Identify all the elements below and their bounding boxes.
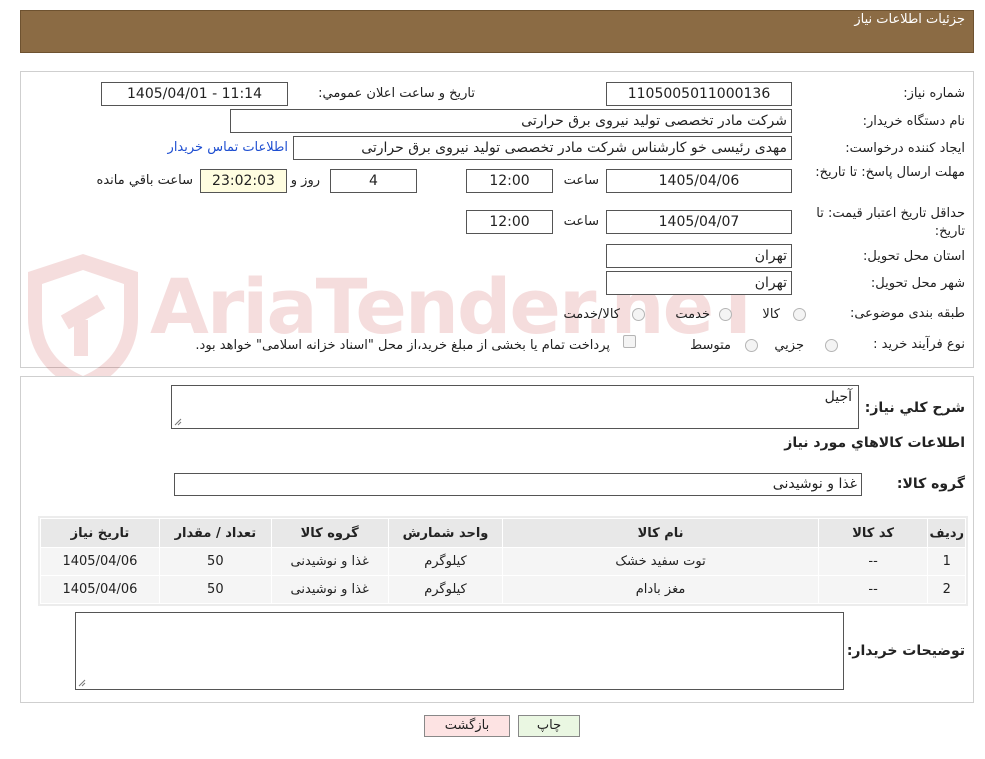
province-label: استان محل تحويل:: [863, 249, 965, 264]
cell-quantity: 50: [158, 575, 272, 604]
back-button[interactable]: بازگشت: [424, 715, 510, 737]
category-goods-service-radio[interactable]: [632, 308, 645, 321]
cell-item-group: غذا و نوشیدنی: [270, 547, 389, 576]
cell-item-group: غذا و نوشیدنی: [270, 575, 389, 604]
cell-item-code: --: [817, 547, 929, 576]
days-label: روز و: [290, 173, 320, 188]
process-minor-radio[interactable]: [825, 339, 838, 352]
buyer-notes-textarea[interactable]: [75, 612, 844, 690]
cell-need-date: 1405/04/06: [40, 575, 160, 604]
col-row-number: رديف: [927, 518, 966, 548]
category-label: طبقه بندی موضوعی:: [849, 306, 965, 321]
category-option-service: خدمت: [675, 307, 710, 322]
treasury-payment-note: پرداخت تمام يا بخشی از مبلغ خريد،از محل …: [195, 338, 610, 353]
need-number-label: شماره نیاز:: [903, 86, 965, 101]
creator-label: ايجاد کننده درخواست:: [845, 141, 965, 156]
items-table-header: رديف کد کالا نام کالا واحد شمارش گروه کا…: [40, 518, 966, 548]
category-service-radio[interactable]: [719, 308, 732, 321]
resize-grip-icon[interactable]: [78, 679, 86, 687]
remaining-time-field: 23:02:03: [200, 169, 287, 193]
goods-group-field: غذا و نوشیدنی: [174, 473, 862, 496]
col-item-code: کد کالا: [817, 518, 929, 548]
col-item-name: نام کالا: [502, 518, 819, 548]
buyer-org-field: شرکت مادر تخصصی تولید نیروی برق حرارتی: [230, 109, 792, 133]
treasury-payment-checkbox[interactable]: [623, 335, 636, 348]
col-item-group: گروه کالا: [270, 518, 389, 548]
general-desc-label: شرح کلي نياز:: [864, 400, 965, 416]
creator-field: مهدی رئیسی خو کارشناس شرکت مادر تخصصی تو…: [293, 136, 792, 160]
price-date-field: 1405/04/07: [606, 210, 792, 234]
page-header: [20, 10, 974, 53]
city-field: تهران: [606, 271, 792, 295]
cell-item-name: مغز بادام: [502, 575, 819, 604]
col-need-date: تاريخ نياز: [40, 518, 160, 548]
cell-item-name: توت سفید خشک: [502, 547, 819, 576]
resize-grip-icon[interactable]: [174, 418, 182, 426]
cell-item-code: --: [817, 575, 929, 604]
col-unit: واحد شمارش: [387, 518, 504, 548]
cell-need-date: 1405/04/06: [40, 547, 160, 576]
buyer-contact-link[interactable]: اطلاعات تماس خريدار: [168, 140, 288, 155]
table-row: 2 -- مغز بادام کیلوگرم غذا و نوشیدنی 50 …: [40, 575, 966, 604]
process-medium-radio[interactable]: [745, 339, 758, 352]
table-row: 1 -- توت سفید خشک کیلوگرم غذا و نوشیدنی …: [40, 547, 966, 576]
city-label: شهر محل تحويل:: [870, 276, 965, 291]
category-goods-radio[interactable]: [793, 308, 806, 321]
items-table: رديف کد کالا نام کالا واحد شمارش گروه کا…: [40, 518, 966, 604]
process-type-label: نوع فرآيند خريد :: [873, 337, 965, 352]
cell-row-number: 1: [927, 547, 966, 576]
price-time-label: ساعت: [563, 214, 599, 229]
cell-unit: کیلوگرم: [387, 547, 504, 576]
province-field: تهران: [606, 244, 792, 268]
reply-date-field: 1405/04/06: [606, 169, 792, 193]
goods-group-label: گروه کالا:: [896, 476, 965, 492]
buyer-org-label: نام دستگاه خريدار:: [862, 114, 965, 129]
remaining-time-label: ساعت باقي مانده: [96, 173, 193, 188]
general-desc-textarea[interactable]: آجیل: [171, 385, 859, 429]
process-option-medium: متوسط: [690, 338, 731, 353]
page-title: جزئیات اطلاعات نیاز: [854, 12, 965, 27]
goods-info-title: اطلاعات کالاهاي مورد نياز: [784, 435, 965, 451]
cell-unit: کیلوگرم: [387, 575, 504, 604]
cell-row-number: 2: [927, 575, 966, 604]
price-validity-label: حداقل تاريخ اعتبار قيمت: تا تاريخ:: [816, 206, 965, 239]
reply-time-field: 12:00: [466, 169, 553, 193]
need-number-field: 1105005011000136: [606, 82, 792, 106]
col-quantity: تعداد / مقدار: [158, 518, 272, 548]
category-option-goods: کالا: [762, 307, 780, 322]
cell-quantity: 50: [158, 547, 272, 576]
category-option-goods-service: کالا/خدمت: [563, 307, 620, 322]
price-time-field: 12:00: [466, 210, 553, 234]
reply-deadline-label: مهلت ارسال پاسخ: تا تاريخ:: [815, 165, 965, 180]
print-button[interactable]: چاپ: [518, 715, 580, 737]
process-option-minor: جزيي: [774, 338, 804, 353]
announce-label: تاریخ و ساعت اعلان عمومي:: [318, 86, 475, 101]
reply-time-label: ساعت: [563, 173, 599, 188]
days-field: 4: [330, 169, 417, 193]
announce-field: 1405/04/01 - 11:14: [101, 82, 288, 106]
buyer-notes-label: توضيحات خريدار:: [846, 643, 965, 659]
